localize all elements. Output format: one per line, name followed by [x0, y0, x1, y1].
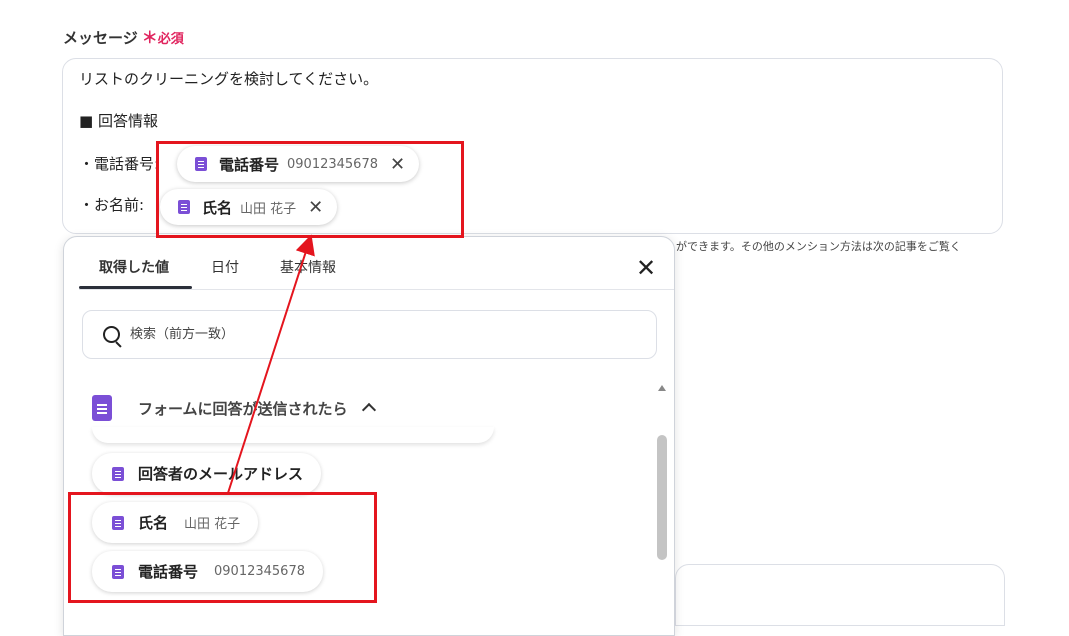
trigger-group-header[interactable]: フォームに回答が送信されたら: [92, 395, 376, 421]
message-editor[interactable]: リストのクリーニングを検討してください。 ■ 回答情報 ・電話番号: ・お名前:…: [62, 58, 1003, 234]
form-icon: [112, 466, 124, 481]
scroll-up-arrow[interactable]: [658, 385, 666, 391]
message-line-1: リストのクリーニングを検討してください。: [79, 70, 379, 88]
message-line-2: ■ 回答情報: [79, 112, 158, 130]
group-title: フォームに回答が送信されたら: [138, 399, 348, 418]
chip-name: 氏名: [202, 198, 233, 217]
phone-prefix: ・電話番号:: [79, 155, 160, 173]
form-icon: [112, 515, 124, 530]
list-item-phone[interactable]: 電話番号 09012345678: [92, 551, 323, 592]
list-item-clipped: [92, 427, 494, 443]
field-label: メッセージ ＊必須: [63, 24, 184, 48]
phone-variable-chip[interactable]: 電話番号 09012345678 ✕: [177, 146, 420, 182]
item-name: 氏名: [138, 514, 169, 532]
list-item-name[interactable]: 氏名 山田 花子: [92, 502, 259, 543]
search-input[interactable]: [128, 326, 612, 343]
tab-acquired-values[interactable]: 取得した値: [99, 257, 169, 277]
chip-value: 山田 花子: [240, 201, 297, 217]
background-field: [675, 564, 1005, 626]
search-icon: [103, 326, 120, 343]
active-tab-indicator: [79, 286, 192, 289]
tab-date[interactable]: 日付: [211, 257, 239, 277]
item-name: 回答者のメールアドレス: [138, 465, 304, 483]
name-prefix: ・お名前:: [79, 196, 145, 214]
form-icon: [112, 564, 124, 579]
remove-chip-icon[interactable]: ✕: [308, 197, 323, 218]
helper-text: ができます。その他のメンション方法は次の記事をご覧く: [676, 240, 961, 253]
item-name: 電話番号: [138, 563, 199, 581]
form-icon: [195, 157, 207, 171]
chip-name: 電話番号: [219, 155, 280, 174]
item-value: 山田 花子: [184, 517, 241, 532]
item-value: 09012345678: [214, 564, 305, 579]
close-icon[interactable]: ✕: [636, 254, 656, 282]
tab-divider: [79, 289, 674, 290]
required-indicator: ＊必須: [141, 28, 184, 47]
scrollbar-thumb[interactable]: [657, 435, 667, 560]
chevron-up-icon[interactable]: [361, 402, 376, 418]
field-label-text: メッセージ: [63, 29, 138, 47]
name-variable-chip[interactable]: 氏名 山田 花子 ✕: [160, 189, 338, 225]
tab-basic-info[interactable]: 基本情報: [280, 257, 336, 277]
remove-chip-icon[interactable]: ✕: [390, 154, 405, 175]
search-box[interactable]: [82, 310, 657, 359]
variable-picker-popup: 取得した値 日付 基本情報 ✕ フォームに回答が送信されたら 回答者のメールアド…: [63, 236, 675, 636]
chip-value: 09012345678: [287, 156, 378, 172]
form-icon: [92, 395, 112, 421]
list-item-email[interactable]: 回答者のメールアドレス: [92, 453, 322, 494]
form-icon: [178, 200, 190, 214]
